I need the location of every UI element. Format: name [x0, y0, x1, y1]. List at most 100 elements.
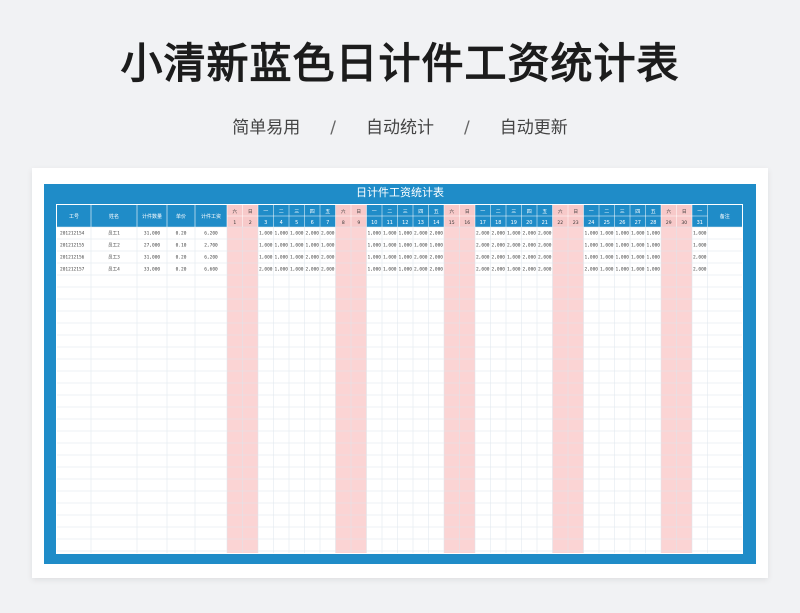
weekday-label: 四	[635, 209, 640, 215]
day-number: 18	[495, 220, 501, 226]
table-cell: 201212155	[60, 243, 85, 249]
weekday-label: 四	[527, 209, 532, 215]
weekend-column	[676, 227, 692, 553]
day-value: 1,000	[615, 231, 629, 237]
day-value: 2,000	[321, 267, 335, 273]
weekend-column	[444, 227, 460, 553]
weekend-column	[351, 227, 367, 553]
day-number: 21	[542, 220, 548, 226]
day-number: 5	[295, 220, 298, 226]
day-value: 2,000	[491, 231, 505, 237]
day-value: 1,000	[600, 243, 614, 249]
table-cell: 6,200	[204, 231, 218, 237]
day-value: 1,000	[615, 255, 629, 261]
column-header: 姓名	[109, 213, 119, 220]
table-cell: 6,200	[204, 255, 218, 261]
day-value: 2,000	[305, 267, 319, 273]
day-value: 2,000	[538, 267, 552, 273]
day-value: 1,000	[398, 267, 412, 273]
day-value: 2,000	[522, 231, 536, 237]
day-number: 2	[249, 220, 252, 226]
weekday-label: 二	[387, 209, 392, 215]
column-header: 工号	[69, 214, 79, 220]
day-value: 2,000	[414, 231, 428, 237]
day-number: 31	[697, 220, 703, 226]
day-number: 28	[650, 220, 656, 226]
day-value: 2,000	[259, 267, 273, 273]
day-value: 2,000	[507, 243, 521, 249]
day-value: 1,000	[290, 267, 304, 273]
subtitle-item-2: 自动统计	[366, 118, 434, 138]
weekend-column	[227, 227, 243, 553]
weekday-label: 六	[558, 208, 563, 215]
day-value: 2,000	[522, 255, 536, 261]
day-value: 1,000	[429, 243, 443, 249]
day-value: 1,000	[600, 267, 614, 273]
weekday-label: 六	[341, 208, 346, 215]
day-value: 1,000	[631, 243, 645, 249]
day-value: 1,000	[290, 243, 304, 249]
day-number: 4	[280, 220, 283, 226]
day-value: 2,000	[414, 255, 428, 261]
day-value: 1,000	[259, 255, 273, 261]
table-cell: 0.20	[176, 267, 187, 273]
weekday-label: 日	[248, 209, 253, 215]
sheet-title: 日计件工资统计表	[356, 186, 444, 199]
day-value: 1,000	[584, 255, 598, 261]
day-value: 1,000	[367, 231, 381, 237]
day-number: 22	[557, 220, 563, 226]
day-number: 26	[619, 220, 625, 226]
weekday-label: 四	[310, 209, 315, 215]
day-number: 20	[526, 220, 532, 226]
day-value: 1,000	[631, 231, 645, 237]
weekend-column	[661, 227, 677, 553]
weekday-label: 三	[511, 209, 516, 215]
day-value: 2,000	[305, 255, 319, 261]
weekday-label: 六	[233, 208, 238, 215]
day-value: 1,000	[321, 243, 335, 249]
day-value: 2,000	[476, 255, 490, 261]
table-cell: 员工4	[108, 267, 120, 273]
day-number: 19	[511, 220, 517, 226]
table-cell: 201212156	[60, 255, 85, 261]
day-value: 1,000	[290, 255, 304, 261]
day-number: 17	[480, 220, 486, 226]
weekday-label: 二	[279, 209, 284, 215]
day-value: 1,000	[383, 231, 397, 237]
day-number: 8	[342, 220, 345, 226]
day-value: 1,000	[631, 267, 645, 273]
subtitle-item-3: 自动更新	[499, 118, 568, 138]
day-number: 14	[433, 220, 439, 226]
weekday-label: 二	[496, 209, 501, 215]
day-value: 1,000	[693, 231, 707, 237]
day-value: 2,000	[693, 267, 707, 273]
day-value: 2,000	[476, 267, 490, 273]
day-value: 1,000	[383, 243, 397, 249]
day-value: 2,000	[321, 255, 335, 261]
day-value: 1,000	[398, 243, 412, 249]
day-value: 1,000	[507, 267, 521, 273]
weekday-label: 二	[604, 209, 609, 215]
day-value: 1,000	[305, 243, 319, 249]
table-cell: 员工2	[108, 243, 120, 249]
day-value: 1,000	[383, 255, 397, 261]
day-value: 1,000	[600, 231, 614, 237]
day-value: 1,000	[290, 231, 304, 237]
table-cell: 27,000	[144, 243, 161, 249]
day-number: 30	[681, 220, 687, 226]
table-cell: 0.10	[176, 243, 187, 249]
day-value: 1,000	[615, 267, 629, 273]
weekend-column	[552, 227, 568, 553]
column-header: 计件数量	[142, 213, 162, 220]
day-value: 2,000	[491, 267, 505, 273]
day-value: 1,000	[259, 231, 273, 237]
spreadsheet-svg: 工号 姓名 计件数量 单价 计件工资 六 1 日 2 一 3 二 4 三 5 四 6 五 7 六 8 日 9 一 10 二 11 三 1…	[57, 205, 742, 553]
weekday-label: 五	[325, 209, 330, 215]
subtitle-separator: /	[464, 118, 470, 138]
day-value: 2,000	[538, 255, 552, 261]
page-subtitle: 简单易用 / 自动统计 / 自动更新	[0, 113, 800, 138]
day-value: 1,000	[367, 243, 381, 249]
weekday-label: 日	[465, 209, 470, 215]
day-value: 1,000	[274, 243, 288, 249]
day-number: 11	[387, 220, 393, 226]
